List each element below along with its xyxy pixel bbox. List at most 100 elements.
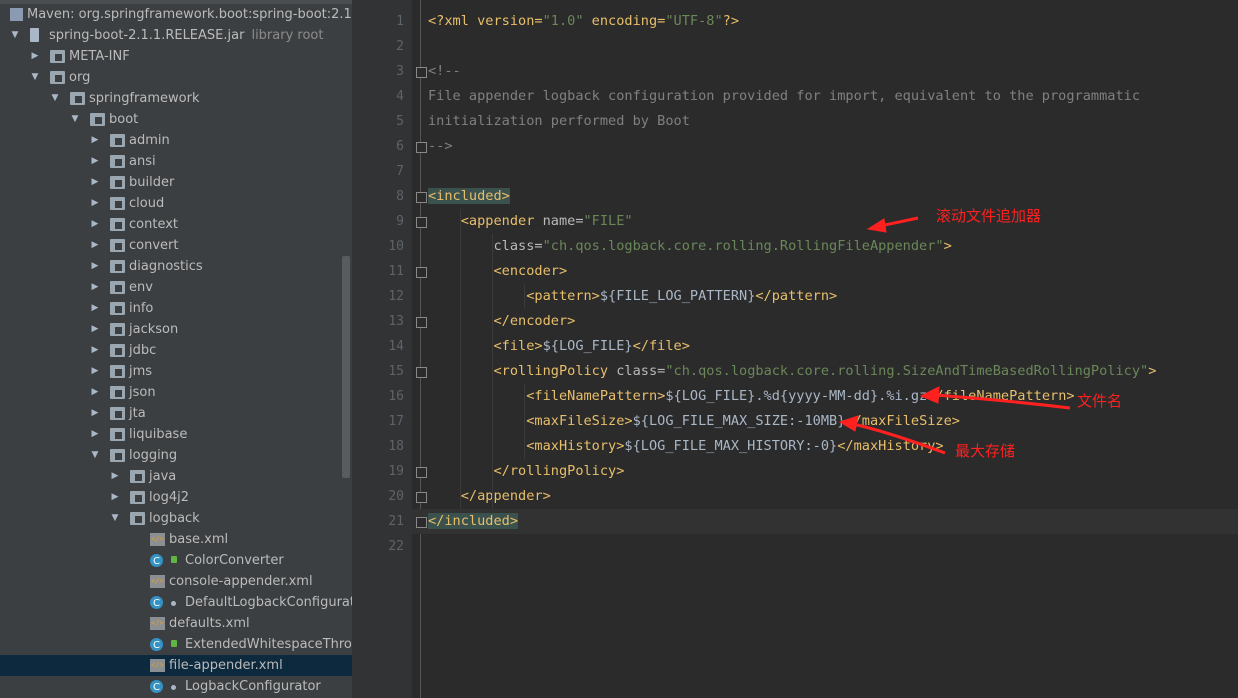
code-token: <encoder> (428, 263, 568, 279)
expand-arrow-right-icon[interactable]: ▶ (90, 130, 100, 151)
tree-scrollbar[interactable] (342, 256, 350, 478)
expand-arrow-right-icon[interactable]: ▶ (90, 319, 100, 340)
tree-node[interactable]: Maven: org.springframework.boot:spring-b… (0, 4, 352, 25)
expand-arrow-right-icon[interactable]: ▶ (90, 235, 100, 256)
tree-node[interactable]: ▼ logback (0, 508, 352, 529)
tree-node[interactable]: ▶ info (0, 298, 352, 319)
expand-arrow-right-icon[interactable]: ▶ (110, 487, 120, 508)
tree-node[interactable]: ▶ json (0, 382, 352, 403)
tree-node[interactable]: ▼ org (0, 67, 352, 88)
code-line[interactable]: <!-- (428, 59, 461, 84)
tree-node[interactable]: LogbackConfigurator (0, 676, 352, 698)
expand-arrow-right-icon[interactable]: ▶ (90, 151, 100, 172)
tree-node[interactable]: ▶ cloud (0, 193, 352, 214)
fold-marker-icon[interactable] (416, 142, 427, 153)
expand-arrow-right-icon[interactable]: ▶ (90, 256, 100, 277)
package-icon (110, 323, 125, 336)
tree-node[interactable]: ▶ env (0, 277, 352, 298)
project-tree-panel[interactable]: Maven: org.springframework.boot:spring-b… (0, 0, 352, 698)
code-line[interactable]: </appender> (428, 484, 551, 509)
expand-arrow-right-icon[interactable]: ▶ (90, 424, 100, 445)
fold-marker-icon[interactable] (416, 192, 427, 203)
fold-marker-icon[interactable] (416, 267, 427, 278)
code-line[interactable]: initialization performed by Boot (428, 109, 690, 134)
tree-node[interactable]: ColorConverter (0, 550, 352, 572)
code-line[interactable]: <included> (428, 184, 510, 209)
code-line[interactable]: </included> (428, 509, 519, 534)
tree-node[interactable]: ▼ springframework (0, 88, 352, 109)
tree-node[interactable]: ▶ diagnostics (0, 256, 352, 277)
tree-node[interactable]: DefaultLogbackConfiguration (0, 592, 352, 614)
tree-node[interactable]: ▶ jms (0, 361, 352, 382)
expand-arrow-down-icon[interactable]: ▼ (30, 67, 40, 88)
code-line[interactable]: class="ch.qos.logback.core.rolling.Rolli… (428, 234, 951, 259)
code-token: </fileNamePattern> (927, 388, 1075, 404)
tree-node[interactable]: defaults.xml (0, 613, 352, 634)
expand-arrow-right-icon[interactable]: ▶ (90, 361, 100, 382)
tree-node[interactable]: ▼ boot (0, 109, 352, 130)
tree-node[interactable]: ▶ liquibase (0, 424, 352, 445)
tree-node[interactable]: ▶ ansi (0, 151, 352, 172)
expand-arrow-down-icon[interactable]: ▼ (90, 445, 100, 466)
tree-node[interactable]: file-appender.xml (0, 655, 352, 676)
tree-node[interactable]: ▶ convert (0, 235, 352, 256)
code-line[interactable]: <?xml version="1.0" encoding="UTF-8"?> (428, 9, 739, 34)
fold-marker-icon[interactable] (416, 317, 427, 328)
tree-node[interactable]: ▼ logging (0, 445, 352, 466)
line-number: 6 (396, 139, 404, 154)
expand-arrow-right-icon[interactable]: ▶ (90, 382, 100, 403)
tree-node[interactable]: ▶ context (0, 214, 352, 235)
expand-arrow-right-icon[interactable]: ▶ (90, 193, 100, 214)
fold-marker-icon[interactable] (416, 67, 427, 78)
code-editor[interactable]: 1 2 3 4 5 6 7 8 9 10 11 12 13 14 15 16 17 18 19 20 21 22 <?xm… (352, 0, 1238, 698)
tree-node[interactable]: ▶ builder (0, 172, 352, 193)
package-icon (130, 512, 145, 525)
code-line[interactable]: </encoder> (428, 309, 575, 334)
tree-node[interactable]: console-appender.xml (0, 571, 352, 592)
code-line[interactable]: File appender logback configuration prov… (428, 84, 1140, 109)
expand-arrow-right-icon[interactable]: ▶ (90, 403, 100, 424)
tree-node[interactable]: ▶ jdbc (0, 340, 352, 361)
code-token: </file> (632, 338, 690, 354)
expand-arrow-right-icon[interactable]: ▶ (90, 298, 100, 319)
tree-node[interactable]: ▶ jackson (0, 319, 352, 340)
expand-arrow-right-icon[interactable]: ▶ (90, 172, 100, 193)
tree-node[interactable]: base.xml (0, 529, 352, 550)
expand-arrow-down-icon[interactable]: ▼ (110, 508, 120, 529)
tree-node-label: cloud (129, 196, 165, 211)
expand-arrow-right-icon[interactable]: ▶ (90, 277, 100, 298)
tree-node[interactable]: ▶ jta (0, 403, 352, 424)
fold-marker-icon[interactable] (416, 217, 427, 228)
fold-marker-icon[interactable] (416, 367, 427, 378)
tree-node[interactable]: ▶ admin (0, 130, 352, 151)
tree-node[interactable]: ▶ java (0, 466, 352, 487)
expand-arrow-down-icon[interactable]: ▼ (10, 25, 20, 46)
package-icon (130, 491, 145, 504)
expand-arrow-right-icon[interactable]: ▶ (90, 214, 100, 235)
code-line[interactable]: <file>${LOG_FILE}</file> (428, 334, 690, 359)
package-icon (110, 428, 125, 441)
tree-node[interactable]: ExtendedWhitespaceThrowab (0, 634, 352, 656)
code-line[interactable]: <encoder> (428, 259, 567, 284)
expand-arrow-down-icon[interactable]: ▼ (70, 109, 80, 130)
tree-node-label: META-INF (69, 49, 130, 64)
code-line[interactable]: <maxHistory>${LOG_FILE_MAX_HISTORY:-0}</… (428, 434, 943, 459)
expand-arrow-right-icon[interactable]: ▶ (90, 340, 100, 361)
expand-arrow-right-icon[interactable]: ▶ (30, 46, 40, 67)
expand-arrow-down-icon[interactable]: ▼ (50, 88, 60, 109)
code-line[interactable]: <maxFileSize>${LOG_FILE_MAX_SIZE:-10MB}<… (428, 409, 960, 434)
package-icon (70, 92, 85, 105)
code-line[interactable]: <rollingPolicy class="ch.qos.logback.cor… (428, 359, 1156, 384)
fold-marker-icon[interactable] (416, 517, 427, 528)
code-line[interactable]: --> (428, 134, 453, 159)
tree-node[interactable]: ▶ META-INF (0, 46, 352, 67)
fold-marker-icon[interactable] (416, 492, 427, 503)
tree-node[interactable]: ▶ log4j2 (0, 487, 352, 508)
expand-arrow-right-icon[interactable]: ▶ (110, 466, 120, 487)
tree-node-label: springframework (89, 91, 200, 106)
code-line[interactable]: <pattern>${FILE_LOG_PATTERN}</pattern> (428, 284, 837, 309)
fold-marker-icon[interactable] (416, 467, 427, 478)
code-line[interactable]: </rollingPolicy> (428, 459, 624, 484)
tree-node[interactable]: ▼ spring-boot-2.1.1.RELEASE.jar library ro… (0, 25, 352, 46)
code-line[interactable]: <appender name="FILE" (428, 209, 633, 234)
